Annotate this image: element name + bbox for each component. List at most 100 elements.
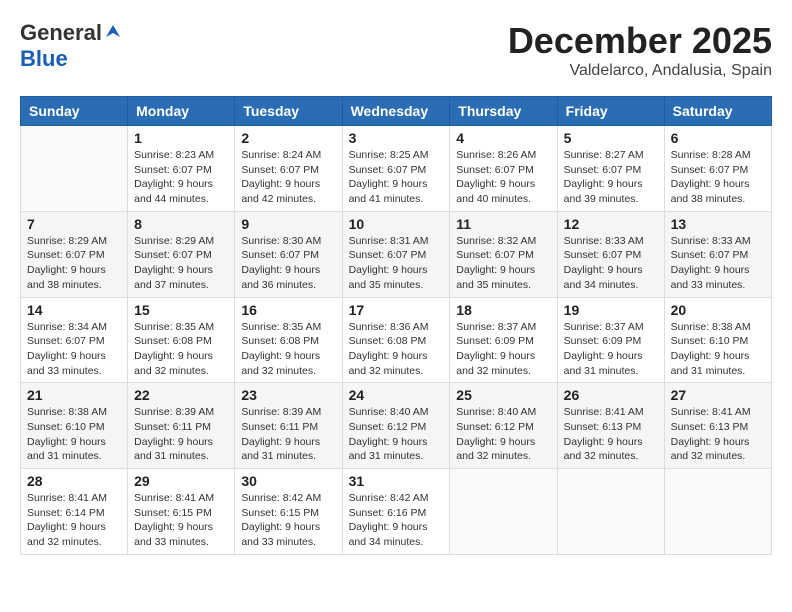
calendar-cell: 28 Sunrise: 8:41 AMSunset: 6:14 PMDayligh… [21, 469, 128, 555]
calendar-cell: 17 Sunrise: 8:36 AMSunset: 6:08 PMDayligh… [342, 297, 450, 383]
calendar-cell: 7 Sunrise: 8:29 AMSunset: 6:07 PMDaylight… [21, 211, 128, 297]
day-number: 12 [564, 216, 658, 232]
calendar-cell: 23Sunrise: 8:39 AMSunset: 6:11 PMDayligh… [235, 383, 342, 469]
logo-bird-icon [104, 23, 122, 41]
day-number: 7 [27, 216, 121, 232]
calendar-cell: 19Sunrise: 8:37 AMSunset: 6:09 PMDayligh… [557, 297, 664, 383]
calendar-cell: 2 Sunrise: 8:24 AMSunset: 6:07 PMDaylight… [235, 126, 342, 212]
day-number: 10 [349, 216, 444, 232]
calendar-cell: 5Sunrise: 8:27 AMSunset: 6:07 PMDaylight… [557, 126, 664, 212]
calendar-cell: 14 Sunrise: 8:34 AMSunset: 6:07 PMDayligh… [21, 297, 128, 383]
calendar-cell: 27 Sunrise: 8:41 AMSunset: 6:13 PMDayligh… [664, 383, 771, 469]
calendar-cell: 22 Sunrise: 8:39 AMSunset: 6:11 PMDayligh… [128, 383, 235, 469]
calendar-cell [21, 126, 128, 212]
day-number: 27 [671, 387, 765, 403]
day-number: 6 [671, 130, 765, 146]
calendar-cell: 20 Sunrise: 8:38 AMSunset: 6:10 PMDayligh… [664, 297, 771, 383]
title-area: December 2025 Valdelarco, Andalusia, Spa… [508, 20, 772, 80]
day-number: 17 [349, 302, 444, 318]
day-info: Sunrise: 8:41 AMSunset: 6:15 PMDaylight:… [134, 491, 228, 550]
calendar-cell: 21 Sunrise: 8:38 AMSunset: 6:10 PMDayligh… [21, 383, 128, 469]
day-info: Sunrise: 8:36 AMSunset: 6:08 PMDaylight:… [349, 320, 444, 379]
calendar-cell: 15Sunrise: 8:35 AMSunset: 6:08 PMDayligh… [128, 297, 235, 383]
day-number: 8 [134, 216, 228, 232]
day-info: Sunrise: 8:40 AMSunset: 6:12 PMDaylight:… [456, 405, 550, 464]
day-number: 29 [134, 473, 228, 489]
day-number: 30 [241, 473, 335, 489]
day-info: Sunrise: 8:33 AMSunset: 6:07 PMDaylight:… [564, 234, 658, 293]
day-number: 20 [671, 302, 765, 318]
day-number: 11 [456, 216, 550, 232]
page-header: General Blue December 2025 Valdelarco, A… [20, 20, 772, 80]
calendar-week-row: 1Sunrise: 8:23 AMSunset: 6:07 PMDaylight… [21, 126, 772, 212]
calendar-cell: 18 Sunrise: 8:37 AMSunset: 6:09 PMDayligh… [450, 297, 557, 383]
day-number: 2 [241, 130, 335, 146]
day-info: Sunrise: 8:34 AMSunset: 6:07 PMDaylight:… [27, 320, 121, 379]
day-info: Sunrise: 8:41 AMSunset: 6:14 PMDaylight:… [27, 491, 121, 550]
day-info: Sunrise: 8:42 AMSunset: 6:16 PMDaylight:… [349, 491, 444, 550]
day-info: Sunrise: 8:29 AMSunset: 6:07 PMDaylight:… [27, 234, 121, 293]
calendar-cell: 26 Sunrise: 8:41 AMSunset: 6:13 PMDayligh… [557, 383, 664, 469]
day-info: Sunrise: 8:41 AMSunset: 6:13 PMDaylight:… [564, 405, 658, 464]
calendar-week-row: 14 Sunrise: 8:34 AMSunset: 6:07 PMDayligh… [21, 297, 772, 383]
logo-general: General [20, 20, 122, 46]
day-number: 28 [27, 473, 121, 489]
calendar-cell: 29 Sunrise: 8:41 AMSunset: 6:15 PMDayligh… [128, 469, 235, 555]
day-number: 21 [27, 387, 121, 403]
day-info: Sunrise: 8:41 AMSunset: 6:13 PMDaylight:… [671, 405, 765, 464]
day-number: 14 [27, 302, 121, 318]
calendar-cell: 8 Sunrise: 8:29 AMSunset: 6:07 PMDaylight… [128, 211, 235, 297]
day-number: 9 [241, 216, 335, 232]
day-number: 16 [241, 302, 335, 318]
calendar-cell: 9Sunrise: 8:30 AMSunset: 6:07 PMDaylight… [235, 211, 342, 297]
day-number: 31 [349, 473, 444, 489]
day-number: 18 [456, 302, 550, 318]
calendar-cell: 24Sunrise: 8:40 AMSunset: 6:12 PMDayligh… [342, 383, 450, 469]
day-info: Sunrise: 8:39 AMSunset: 6:11 PMDaylight:… [134, 405, 228, 464]
calendar-cell: 13 Sunrise: 8:33 AMSunset: 6:07 PMDayligh… [664, 211, 771, 297]
day-number: 25 [456, 387, 550, 403]
day-number: 15 [134, 302, 228, 318]
header-thursday: Thursday [450, 97, 557, 126]
day-number: 13 [671, 216, 765, 232]
day-info: Sunrise: 8:32 AMSunset: 6:07 PMDaylight:… [456, 234, 550, 293]
calendar-cell: 6 Sunrise: 8:28 AMSunset: 6:07 PMDaylight… [664, 126, 771, 212]
logo-blue-text: Blue [20, 46, 68, 72]
day-info: Sunrise: 8:39 AMSunset: 6:11 PMDaylight:… [241, 405, 335, 464]
calendar-cell: 16Sunrise: 8:35 AMSunset: 6:08 PMDayligh… [235, 297, 342, 383]
calendar-cell: 1Sunrise: 8:23 AMSunset: 6:07 PMDaylight… [128, 126, 235, 212]
day-number: 5 [564, 130, 658, 146]
day-info: Sunrise: 8:42 AMSunset: 6:15 PMDaylight:… [241, 491, 335, 550]
header-sunday: Sunday [21, 97, 128, 126]
day-info: Sunrise: 8:26 AMSunset: 6:07 PMDaylight:… [456, 148, 550, 207]
day-info: Sunrise: 8:38 AMSunset: 6:10 PMDaylight:… [27, 405, 121, 464]
calendar-cell [664, 469, 771, 555]
day-info: Sunrise: 8:37 AMSunset: 6:09 PMDaylight:… [456, 320, 550, 379]
day-number: 26 [564, 387, 658, 403]
header-friday: Friday [557, 97, 664, 126]
day-number: 24 [349, 387, 444, 403]
day-number: 4 [456, 130, 550, 146]
calendar-cell [450, 469, 557, 555]
day-info: Sunrise: 8:31 AMSunset: 6:07 PMDaylight:… [349, 234, 444, 293]
calendar-cell: 25 Sunrise: 8:40 AMSunset: 6:12 PMDayligh… [450, 383, 557, 469]
day-info: Sunrise: 8:38 AMSunset: 6:10 PMDaylight:… [671, 320, 765, 379]
day-info: Sunrise: 8:23 AMSunset: 6:07 PMDaylight:… [134, 148, 228, 207]
calendar-week-row: 28 Sunrise: 8:41 AMSunset: 6:14 PMDayligh… [21, 469, 772, 555]
header-wednesday: Wednesday [342, 97, 450, 126]
day-number: 22 [134, 387, 228, 403]
calendar-cell: 30 Sunrise: 8:42 AMSunset: 6:15 PMDayligh… [235, 469, 342, 555]
day-info: Sunrise: 8:28 AMSunset: 6:07 PMDaylight:… [671, 148, 765, 207]
header-saturday: Saturday [664, 97, 771, 126]
calendar-cell: 12 Sunrise: 8:33 AMSunset: 6:07 PMDayligh… [557, 211, 664, 297]
calendar-cell: 3Sunrise: 8:25 AMSunset: 6:07 PMDaylight… [342, 126, 450, 212]
month-title: December 2025 [508, 20, 772, 62]
day-info: Sunrise: 8:24 AMSunset: 6:07 PMDaylight:… [241, 148, 335, 207]
calendar-cell: 31 Sunrise: 8:42 AMSunset: 6:16 PMDayligh… [342, 469, 450, 555]
calendar-week-row: 7 Sunrise: 8:29 AMSunset: 6:07 PMDaylight… [21, 211, 772, 297]
day-info: Sunrise: 8:33 AMSunset: 6:07 PMDaylight:… [671, 234, 765, 293]
logo: General Blue [20, 20, 122, 72]
day-info: Sunrise: 8:25 AMSunset: 6:07 PMDaylight:… [349, 148, 444, 207]
location-title: Valdelarco, Andalusia, Spain [508, 62, 772, 80]
day-info: Sunrise: 8:29 AMSunset: 6:07 PMDaylight:… [134, 234, 228, 293]
